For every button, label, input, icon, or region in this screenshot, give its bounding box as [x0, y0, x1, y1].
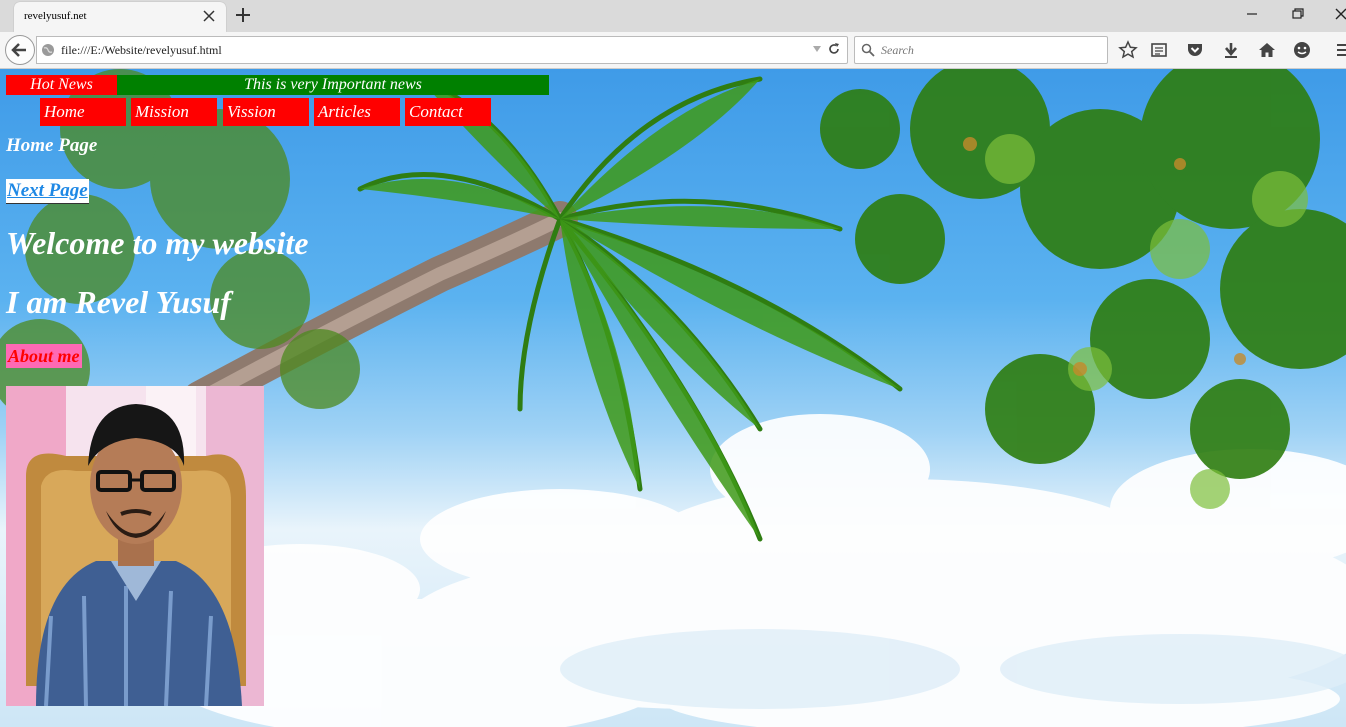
- menu-icon[interactable]: [1334, 40, 1346, 60]
- restore-icon[interactable]: [1287, 6, 1307, 22]
- download-icon[interactable]: [1221, 40, 1241, 60]
- news-ticker: This is very Important news: [117, 75, 549, 95]
- bookmark-star-icon[interactable]: [1118, 40, 1138, 60]
- reload-icon[interactable]: [827, 42, 841, 56]
- back-button[interactable]: [5, 35, 35, 65]
- globe-icon: [42, 44, 54, 56]
- search-icon: [861, 43, 875, 57]
- browser-tab[interactable]: revelyusuf.net: [14, 2, 226, 32]
- tab-title: revelyusuf.net: [24, 10, 87, 22]
- home-page-heading: Home Page: [6, 135, 98, 156]
- welcome-heading: Welcome to my website: [6, 225, 309, 261]
- url-text: file:///E:/Website/revelyusuf.html: [61, 43, 222, 57]
- close-tab-icon[interactable]: [200, 7, 218, 25]
- about-me-heading: About me: [6, 344, 82, 368]
- menu-item-mission[interactable]: Mission: [131, 98, 217, 126]
- menu-item-contact[interactable]: Contact: [405, 98, 491, 126]
- pocket-icon[interactable]: [1185, 40, 1205, 60]
- search-bar[interactable]: Search: [854, 36, 1108, 64]
- close-window-icon[interactable]: [1331, 6, 1346, 22]
- next-page-link[interactable]: Next Page: [6, 179, 89, 204]
- chevron-down-icon[interactable]: [811, 43, 823, 55]
- new-tab-icon[interactable]: [234, 6, 252, 24]
- navigation-toolbar: file:///E:/Website/revelyusuf.html Searc…: [0, 32, 1346, 69]
- page-viewport: Hot News This is very Important news Hom…: [0, 69, 1346, 727]
- menu-item-vission[interactable]: Vission: [223, 98, 309, 126]
- search-placeholder: Search: [881, 43, 914, 57]
- menu-item-home[interactable]: Home: [40, 98, 126, 126]
- feedback-face-icon[interactable]: [1292, 40, 1312, 60]
- profile-photo: [6, 386, 264, 706]
- name-heading: I am Revel Yusuf: [6, 284, 231, 320]
- minimize-icon[interactable]: [1242, 6, 1262, 22]
- menu-item-articles[interactable]: Articles: [314, 98, 400, 126]
- url-bar[interactable]: file:///E:/Website/revelyusuf.html: [36, 36, 848, 64]
- home-icon[interactable]: [1257, 40, 1277, 60]
- reading-list-icon[interactable]: [1149, 40, 1169, 60]
- tab-strip: revelyusuf.net: [0, 0, 1346, 32]
- hot-news-label: Hot News: [6, 75, 117, 95]
